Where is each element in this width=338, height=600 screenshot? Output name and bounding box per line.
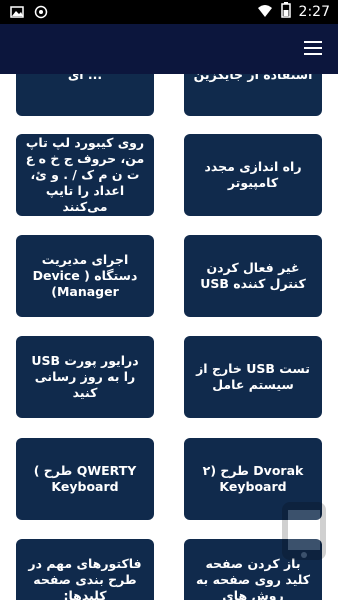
clock: 2:27 — [298, 4, 330, 20]
battery-icon — [280, 2, 291, 22]
phone-watermark-icon — [276, 500, 332, 562]
wifi-icon — [257, 3, 273, 22]
card-item[interactable]: فاکتورهای مهم در طرح بندی صفحه کلیدها: — [16, 539, 154, 600]
card-item[interactable]: درایور پورت USB را به روز رسانی کنید — [16, 336, 154, 418]
status-bar: 2:27 — [0, 0, 338, 24]
card-item[interactable]: روی کیبورد لپ تاپ من، حروف ج خ ه ع ت ن م… — [16, 134, 154, 216]
card-item[interactable]: ... ای — [16, 74, 154, 116]
card-item[interactable]: غیر فعال کردن کنترل کننده USB — [184, 235, 322, 317]
image-icon — [10, 4, 24, 23]
card-item[interactable]: اجرای مدیریت دستگاه ( Device Manager) — [16, 235, 154, 317]
card-item[interactable]: راه اندازی مجدد کامپیوتر — [184, 134, 322, 216]
card-item[interactable]: تست USB خارج از سیستم عامل — [184, 336, 322, 418]
shield-icon — [34, 4, 48, 23]
hamburger-menu-icon[interactable] — [302, 38, 324, 60]
app-bar — [0, 24, 338, 74]
card-item[interactable]: استفاده از جایگزین — [184, 74, 322, 116]
card-item[interactable]: QWERTY طرح ) Keyboard — [16, 438, 154, 520]
